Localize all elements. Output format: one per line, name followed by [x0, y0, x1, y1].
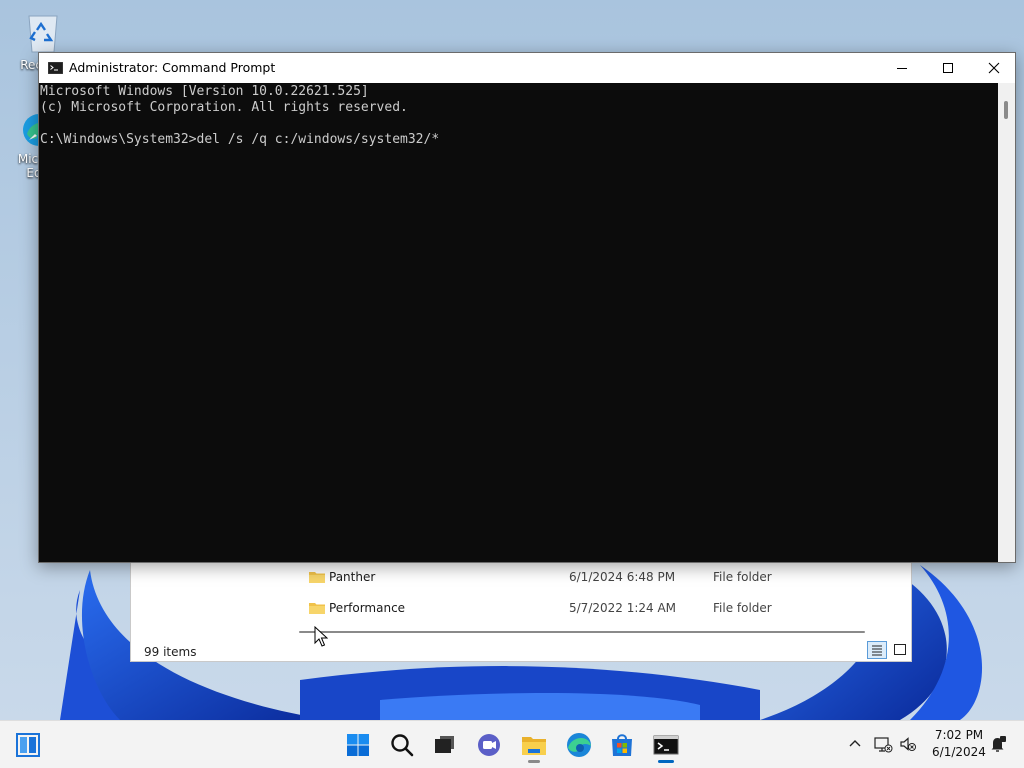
recycle-bin-icon — [28, 15, 58, 53]
file-type: File folder — [713, 601, 772, 615]
running-indicator — [528, 760, 540, 763]
clock-time: 7:02 PM — [934, 728, 984, 742]
close-button[interactable] — [971, 53, 1017, 83]
details-view-icon — [872, 645, 882, 656]
scrollbar-thumb[interactable] — [1004, 101, 1008, 119]
start-icon — [347, 734, 369, 756]
minimize-button[interactable] — [879, 53, 925, 83]
store-icon — [612, 734, 632, 756]
console-line: (c) Microsoft Corporation. All rights re… — [40, 100, 408, 115]
console-line: Microsoft Windows [Version 10.0.22621.52… — [40, 84, 369, 99]
vertical-scrollbar[interactable] — [998, 83, 1015, 562]
maximize-button[interactable] — [925, 53, 971, 83]
taskbar-chat-button[interactable] — [473, 729, 505, 761]
volume-muted-icon — [900, 737, 916, 751]
console-command-line: C:\Windows\System32>del /s /q c:/windows… — [40, 132, 440, 147]
folder-icon — [309, 603, 325, 614]
notification-bell-icon — [991, 736, 1006, 752]
maximize-icon — [943, 63, 953, 73]
taskbar-terminal-button[interactable] — [650, 729, 682, 763]
edge-icon — [567, 733, 591, 757]
title-bar[interactable]: Administrator: Command Prompt — [39, 53, 1015, 83]
command-prompt-window[interactable]: Administrator: Command Prompt Microsoft … — [38, 52, 1016, 563]
details-view-button[interactable] — [867, 641, 887, 659]
minimize-icon — [897, 68, 907, 69]
volume-button[interactable] — [898, 734, 918, 754]
taskbar-edge-button[interactable] — [563, 729, 595, 761]
file-explorer-window[interactable]: Panther 6/1/2024 6:48 PM File folder Per… — [130, 562, 912, 662]
terminal-icon — [653, 735, 679, 755]
chat-icon — [478, 734, 500, 756]
file-row[interactable]: Panther 6/1/2024 6:48 PM File folder — [131, 563, 911, 593]
widgets-icon — [16, 733, 40, 757]
active-indicator — [658, 760, 674, 763]
taskbar-file-explorer-button[interactable] — [518, 729, 550, 763]
file-date-modified: 6/1/2024 6:48 PM — [569, 570, 676, 584]
chevron-up-icon — [849, 740, 861, 747]
large-icons-view-button[interactable] — [891, 641, 909, 659]
scrollbar-thumb[interactable] — [299, 631, 865, 633]
mouse-pointer-icon — [314, 626, 328, 647]
file-date-modified: 5/7/2022 1:24 AM — [569, 601, 677, 615]
file-name: Panther — [329, 570, 376, 584]
console-output[interactable]: Microsoft Windows [Version 10.0.22621.52… — [39, 83, 999, 562]
search-icon — [391, 734, 414, 757]
notifications-button[interactable] — [988, 734, 1008, 754]
network-disconnected-icon — [874, 737, 893, 753]
file-name: Performance — [329, 601, 406, 615]
command-prompt-icon — [48, 62, 63, 74]
clock-date: 6/1/2024 — [932, 745, 986, 759]
folder-icon — [309, 572, 325, 583]
taskbar-start-button[interactable] — [342, 729, 374, 761]
taskbar-widgets-button[interactable] — [12, 729, 44, 761]
taskbar: 7:02 PM 6/1/2024 — [0, 720, 1024, 768]
task-view-icon — [435, 736, 454, 753]
taskbar-task-view-button[interactable] — [428, 729, 460, 761]
file-type: File folder — [713, 570, 772, 584]
taskbar-search-button[interactable] — [386, 729, 418, 761]
taskbar-store-button[interactable] — [606, 729, 638, 761]
horizontal-scrollbar[interactable] — [289, 625, 899, 637]
network-status-button[interactable] — [873, 734, 893, 754]
file-explorer-icon — [522, 737, 546, 755]
file-row[interactable]: Performance 5/7/2022 1:24 AM File folder — [131, 594, 911, 624]
close-icon — [988, 62, 1000, 74]
show-hidden-icons-button[interactable] — [845, 734, 865, 754]
large-icons-view-icon — [894, 644, 906, 655]
status-bar-item-count: 99 items — [144, 645, 197, 659]
window-title: Administrator: Command Prompt — [69, 60, 276, 75]
